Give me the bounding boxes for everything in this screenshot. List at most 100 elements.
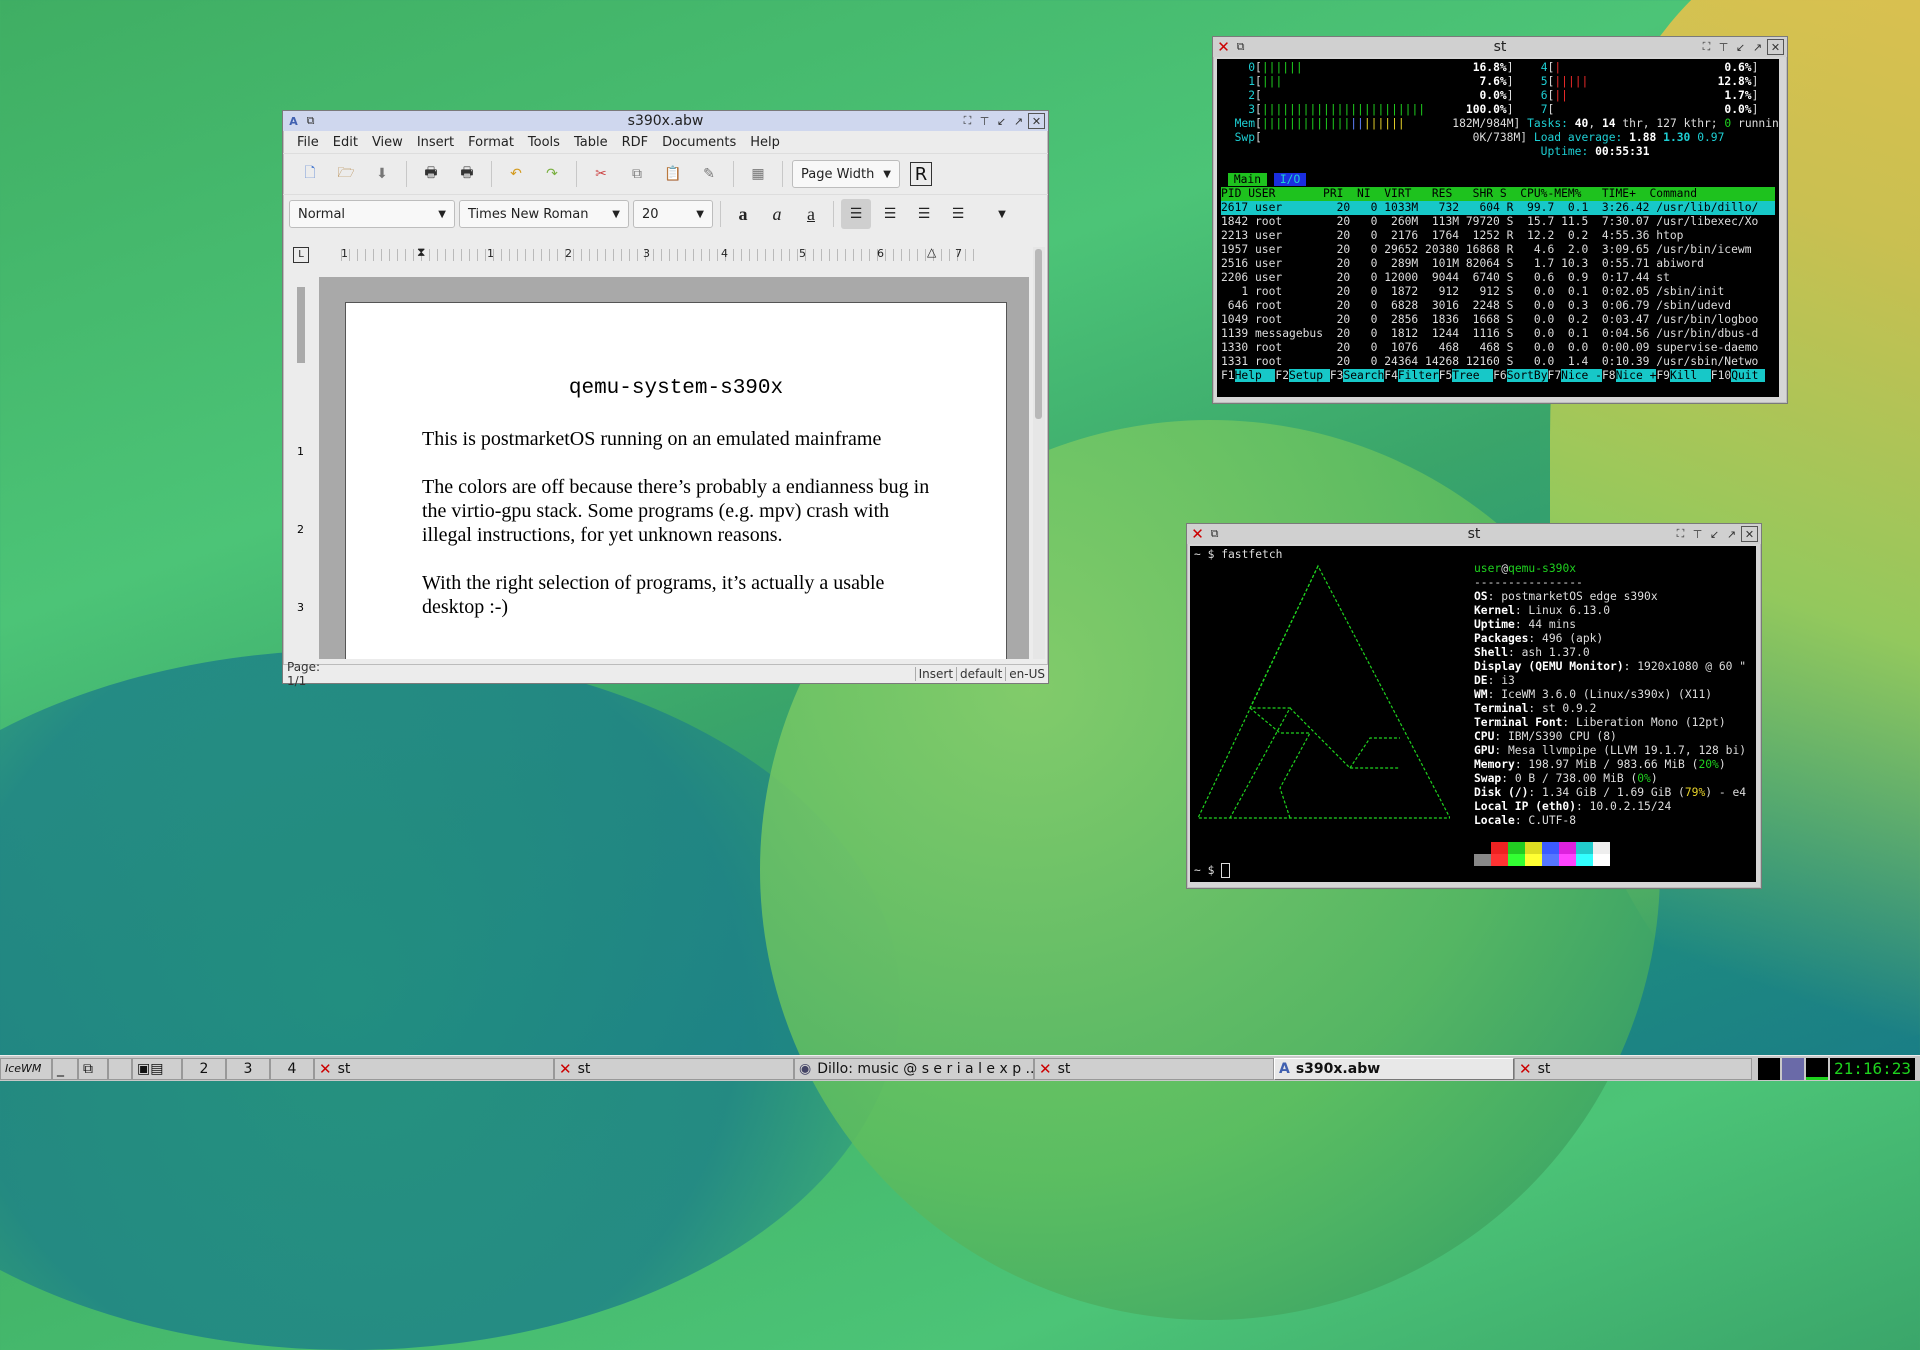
window-menu-icon[interactable]: ⧉ bbox=[303, 114, 318, 128]
window-menu-icon[interactable]: ⧉ bbox=[1233, 40, 1248, 54]
workspace-3[interactable]: 3 bbox=[226, 1057, 270, 1080]
clock[interactable]: 21:16:23 bbox=[1830, 1057, 1916, 1080]
htop-terminal[interactable]: 0[|||||| 16.8%] 4[| 0.6%] 1[||| 7.6%] 5[… bbox=[1217, 59, 1779, 397]
process-row[interactable]: 2617 user 20 0 1033M 732 604 R 99.7 0.1 … bbox=[1221, 201, 1775, 215]
task-button[interactable]: ✕ st bbox=[554, 1057, 794, 1080]
workspace-4[interactable]: 4 bbox=[270, 1057, 314, 1080]
toolbar-overflow-icon[interactable]: ▼ bbox=[987, 199, 1017, 229]
fastfetch-titlebar[interactable]: ✕ ⧉ st ⛶ ⊤ ↙ ↗ ✕ bbox=[1187, 524, 1761, 544]
fkey-button[interactable]: Nice - bbox=[1561, 369, 1602, 382]
format-painter-icon[interactable]: ✎ bbox=[694, 159, 724, 189]
tab-main[interactable]: Main bbox=[1227, 173, 1268, 186]
menu-format[interactable]: Format bbox=[462, 135, 520, 150]
cpu-monitor-applet[interactable] bbox=[1758, 1057, 1780, 1080]
insert-table-icon[interactable]: ▦ bbox=[743, 159, 773, 189]
task-button[interactable]: ✕ st bbox=[1034, 1057, 1274, 1080]
task-button-active[interactable]: As390x.abw bbox=[1274, 1057, 1514, 1080]
underline-icon[interactable]: a bbox=[796, 199, 826, 229]
close-icon[interactable]: ✕ bbox=[1028, 113, 1045, 129]
menu-tools[interactable]: Tools bbox=[522, 135, 566, 150]
left-indent-marker[interactable]: ⧗ bbox=[417, 245, 425, 260]
fkey-button[interactable]: Tree bbox=[1452, 369, 1494, 382]
st-app-icon[interactable]: ✕ bbox=[1190, 525, 1205, 543]
fullscreen-icon[interactable]: ⛶ bbox=[1673, 527, 1688, 541]
insert-revision-icon[interactable]: R bbox=[910, 162, 932, 186]
memory-applet[interactable] bbox=[1806, 1057, 1828, 1080]
show-desktop-icon[interactable]: _ bbox=[52, 1057, 78, 1080]
start-menu-button[interactable]: IceWM bbox=[0, 1057, 52, 1080]
menu-file[interactable]: File bbox=[291, 135, 325, 150]
workspace-1[interactable]: ▣▤ bbox=[132, 1057, 182, 1080]
print-icon[interactable]: 🖶 bbox=[416, 159, 446, 189]
process-row[interactable]: 1139 messagebus 20 0 1812 1244 1116 S 0.… bbox=[1221, 327, 1775, 341]
fkey-button[interactable]: Quit bbox=[1731, 369, 1766, 382]
align-left-icon[interactable]: ☰ bbox=[841, 199, 871, 229]
menu-view[interactable]: View bbox=[366, 135, 409, 150]
scrollbar-thumb[interactable] bbox=[1035, 249, 1042, 419]
process-row[interactable]: 1 root 20 0 1872 912 912 S 0.0 0.1 0:02.… bbox=[1221, 285, 1775, 299]
process-row[interactable]: 1049 root 20 0 2856 1836 1668 S 0.0 0.2 … bbox=[1221, 313, 1775, 327]
align-justify-icon[interactable]: ☰ bbox=[943, 199, 973, 229]
menu-insert[interactable]: Insert bbox=[411, 135, 460, 150]
rollup-icon[interactable]: ⊤ bbox=[1690, 527, 1705, 541]
align-right-icon[interactable]: ☰ bbox=[909, 199, 939, 229]
workspace-2[interactable]: 2 bbox=[182, 1057, 226, 1080]
fastfetch-terminal[interactable]: ~ $ fastfetch user@qemu-s390x ----------… bbox=[1190, 546, 1756, 882]
rollup-icon[interactable]: ⊤ bbox=[977, 114, 992, 128]
style-select[interactable]: Normal ▼ bbox=[289, 200, 455, 228]
abiword-titlebar[interactable]: A ⧉ s390x.abw ⛶ ⊤ ↙ ↗ ✕ bbox=[283, 111, 1048, 131]
process-row[interactable]: 1331 root 20 0 24364 14268 12160 S 0.0 1… bbox=[1221, 355, 1775, 369]
maximize-icon[interactable]: ↗ bbox=[1750, 40, 1765, 54]
maximize-icon[interactable]: ↗ bbox=[1724, 527, 1739, 541]
fkey-button[interactable]: SortBy bbox=[1506, 369, 1548, 382]
maximize-icon[interactable]: ↗ bbox=[1011, 114, 1026, 128]
bold-icon[interactable]: a bbox=[728, 199, 758, 229]
vertical-ruler[interactable]: 1 2 3 bbox=[291, 277, 311, 659]
font-size-select[interactable]: 20 ▼ bbox=[633, 200, 713, 228]
process-row[interactable]: 1330 root 20 0 1076 468 468 S 0.0 0.0 0:… bbox=[1221, 341, 1775, 355]
process-row[interactable]: 1842 root 20 0 260M 113M 79720 S 15.7 11… bbox=[1221, 215, 1775, 229]
st-app-icon[interactable]: ✕ bbox=[1216, 38, 1231, 56]
tab-type-icon[interactable]: L bbox=[293, 247, 309, 263]
redo-icon[interactable]: ↷ bbox=[537, 159, 567, 189]
htop-titlebar[interactable]: ✕ ⧉ st ⛶ ⊤ ↙ ↗ ✕ bbox=[1213, 37, 1787, 57]
undo-icon[interactable]: ↶ bbox=[501, 159, 531, 189]
fkey-button[interactable]: Help bbox=[1234, 369, 1276, 382]
process-row[interactable]: 1957 user 20 0 29652 20380 16868 R 4.6 2… bbox=[1221, 243, 1775, 257]
save-icon[interactable]: ⬇ bbox=[367, 159, 397, 189]
fkey-button[interactable]: Setup bbox=[1289, 369, 1330, 382]
font-select[interactable]: Times New Roman ▼ bbox=[459, 200, 629, 228]
process-list[interactable]: 2617 user 20 0 1033M 732 604 R 99.7 0.1 … bbox=[1221, 201, 1775, 369]
new-document-icon[interactable]: 🗋 bbox=[295, 159, 325, 189]
close-icon[interactable]: ✕ bbox=[1741, 526, 1758, 542]
menu-edit[interactable]: Edit bbox=[327, 135, 364, 150]
window-menu-icon[interactable]: ⧉ bbox=[1207, 527, 1222, 541]
menu-help[interactable]: Help bbox=[744, 135, 786, 150]
fkey-button[interactable]: Filter bbox=[1397, 369, 1439, 382]
cut-icon[interactable]: ✂ bbox=[586, 159, 616, 189]
fkey-button[interactable]: Nice + bbox=[1615, 369, 1657, 382]
menu-documents[interactable]: Documents bbox=[656, 135, 742, 150]
paste-icon[interactable]: 📋 bbox=[658, 159, 688, 189]
tab-io[interactable]: I/O bbox=[1273, 173, 1307, 186]
minimize-icon[interactable]: ↙ bbox=[1707, 527, 1722, 541]
process-row[interactable]: 2206 user 20 0 12000 9044 6740 S 0.6 0.9… bbox=[1221, 271, 1775, 285]
task-button[interactable]: ◉ Dillo: music @ s e r i a l e x p ... bbox=[794, 1057, 1034, 1080]
process-row[interactable]: 2516 user 20 0 289M 101M 82064 S 1.7 10.… bbox=[1221, 257, 1775, 271]
close-icon[interactable]: ✕ bbox=[1767, 39, 1784, 55]
task-button[interactable]: ✕ st bbox=[314, 1057, 554, 1080]
task-button[interactable]: ✕ st bbox=[1514, 1057, 1752, 1080]
print-preview-icon[interactable]: 🖶 bbox=[452, 159, 482, 189]
zoom-select[interactable]: Page Width ▼ bbox=[792, 160, 900, 188]
fkey-button[interactable]: Kill bbox=[1669, 369, 1711, 382]
fullscreen-icon[interactable]: ⛶ bbox=[1699, 40, 1714, 54]
document-page[interactable]: qemu-system-s390x This is postmarketOS r… bbox=[345, 302, 1007, 659]
horizontal-ruler[interactable]: L 1 1 2 3 4 5 6 7 ⧗ △ bbox=[293, 245, 979, 263]
rollup-icon[interactable]: ⊤ bbox=[1716, 40, 1731, 54]
minimize-icon[interactable]: ↙ bbox=[1733, 40, 1748, 54]
shell-prompt[interactable]: ~ $ bbox=[1194, 863, 1231, 878]
right-indent-marker[interactable]: △ bbox=[927, 245, 936, 259]
process-header[interactable]: PID USER PRI NI VIRT RES SHR S CPU%-MEM%… bbox=[1221, 187, 1775, 201]
window-list-icon[interactable]: ⧉ bbox=[78, 1057, 108, 1080]
vertical-scrollbar[interactable] bbox=[1033, 247, 1045, 659]
